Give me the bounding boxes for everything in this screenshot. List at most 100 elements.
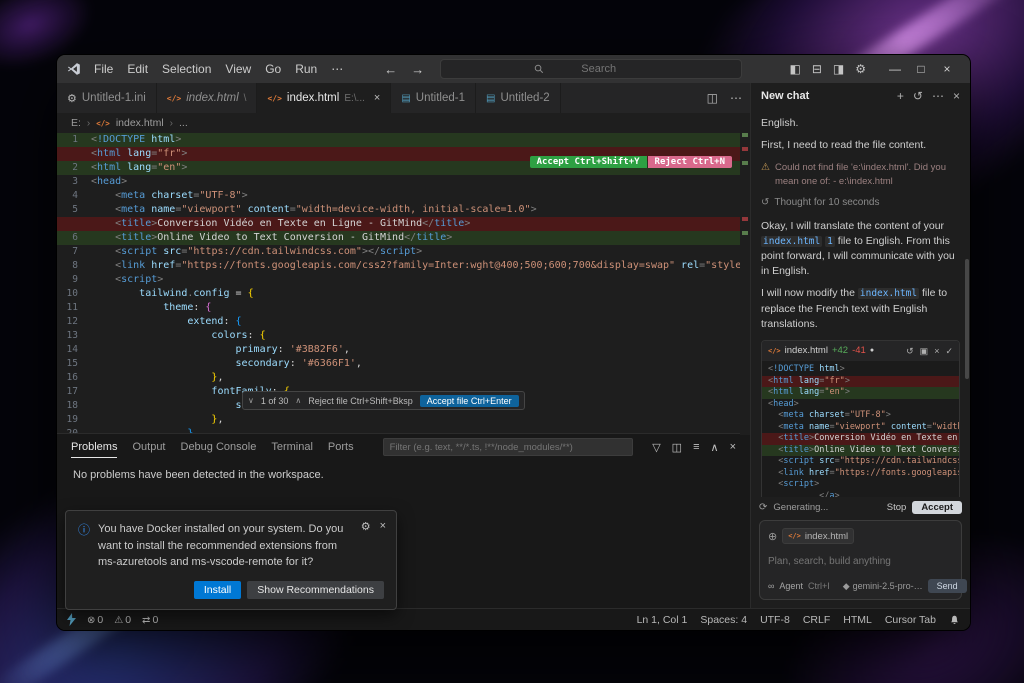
code-line[interactable]: 8 <link href="https://fonts.googleapis.c… bbox=[57, 259, 750, 273]
toggle-panel-icon[interactable]: ⊟ bbox=[812, 62, 822, 76]
reject-file-button[interactable]: Reject file Ctrl+Shift+Bksp bbox=[308, 396, 413, 406]
breadcrumb[interactable]: E:›</>index.html›... bbox=[57, 113, 750, 133]
status-utf-8[interactable]: UTF-8 bbox=[760, 614, 790, 626]
split-editor-icon[interactable]: ◫ bbox=[707, 91, 718, 105]
menu-view[interactable]: View bbox=[218, 62, 258, 76]
menu-⋯[interactable]: ⋯ bbox=[324, 62, 350, 76]
accept-file-button[interactable]: Accept file Ctrl+Enter bbox=[420, 395, 519, 407]
filter-icon[interactable]: ▽ bbox=[652, 441, 660, 454]
tab-index.html[interactable]: </>index.htmlE:\...× bbox=[257, 83, 391, 113]
code-block-filename[interactable]: index.html bbox=[785, 344, 828, 358]
code-editor[interactable]: 1<!DOCTYPE html><html lang="fr">2<html l… bbox=[57, 133, 750, 435]
code-line[interactable]: 10 tailwind.config = { bbox=[57, 287, 750, 301]
accept-block-icon[interactable]: ✓ bbox=[945, 345, 953, 358]
stop-button[interactable]: Stop bbox=[887, 502, 907, 513]
thought-summary[interactable]: ↺ Thought for 10 seconds bbox=[761, 196, 960, 211]
warnings-indicator[interactable]: ⚠0 bbox=[114, 614, 131, 626]
code-line[interactable]: 14 primary: '#3B82F6', bbox=[57, 343, 750, 357]
model-selector[interactable]: ◆ gemini-2.5-pro-… bbox=[843, 581, 923, 592]
code-line[interactable]: 1<!DOCTYPE html> bbox=[57, 133, 750, 147]
send-button[interactable]: Send bbox=[928, 579, 967, 593]
code-line[interactable]: 9 <script> bbox=[57, 273, 750, 287]
status-ln-1-col-1[interactable]: Ln 1, Col 1 bbox=[637, 614, 688, 626]
notification-close-icon[interactable]: × bbox=[380, 520, 386, 533]
toggle-sidebar-icon[interactable]: ◧ bbox=[789, 62, 800, 76]
search-input[interactable] bbox=[549, 63, 649, 75]
code-line[interactable]: <title>Conversion Vidéo en Texte en Lign… bbox=[57, 217, 750, 231]
forward-icon[interactable]: → bbox=[411, 62, 424, 77]
undo-icon[interactable]: ↺ bbox=[906, 345, 914, 358]
prev-diff-icon[interactable]: ∨ bbox=[248, 396, 254, 405]
chat-scrollbar[interactable] bbox=[965, 259, 969, 379]
code-line[interactable]: 16 }, bbox=[57, 371, 750, 385]
new-chat-icon[interactable]: + bbox=[897, 89, 904, 103]
breadcrumb-item[interactable]: ... bbox=[179, 117, 188, 129]
status-html[interactable]: HTML bbox=[843, 614, 872, 626]
chat-input-box[interactable]: ⊕ </> index.html ∞ Agent Ctrl+I ◆ gemini… bbox=[759, 520, 962, 600]
status-spaces-4[interactable]: Spaces: 4 bbox=[700, 614, 747, 626]
reject-block-icon[interactable]: × bbox=[934, 345, 939, 358]
bell-icon[interactable] bbox=[949, 614, 960, 625]
menu-go[interactable]: Go bbox=[258, 62, 288, 76]
tab-index.html[interactable]: </>index.html\ bbox=[157, 83, 258, 113]
chat-messages[interactable]: English. First, I need to read the file … bbox=[751, 109, 970, 497]
toggle-secondary-sidebar-icon[interactable]: ◨ bbox=[833, 62, 844, 76]
problems-filter[interactable] bbox=[383, 438, 633, 456]
panel-tab-problems[interactable]: Problems bbox=[71, 436, 117, 458]
back-icon[interactable]: ← bbox=[384, 62, 397, 77]
next-diff-icon[interactable]: ∧ bbox=[295, 396, 301, 405]
tab-untitled-1[interactable]: ▤Untitled-1 bbox=[391, 83, 476, 113]
problems-filter-input[interactable] bbox=[390, 442, 626, 453]
ports-indicator[interactable]: ⇄0 bbox=[142, 614, 158, 626]
chat-input[interactable] bbox=[768, 556, 953, 567]
context-file-chip[interactable]: </> index.html bbox=[782, 528, 854, 544]
notification-gear-icon[interactable]: ⚙ bbox=[361, 520, 371, 533]
maximize-button[interactable]: □ bbox=[908, 62, 934, 76]
code-line[interactable]: 6 <title>Online Video to Text Conversion… bbox=[57, 231, 750, 245]
tab-untitled-2[interactable]: ▤Untitled-2 bbox=[476, 83, 561, 113]
titlebar-search[interactable] bbox=[440, 59, 742, 79]
menu-file[interactable]: File bbox=[87, 62, 120, 76]
code-line[interactable]: 12 extend: { bbox=[57, 315, 750, 329]
panel-tab-debug-console[interactable]: Debug Console bbox=[181, 436, 257, 458]
breadcrumb-item[interactable]: E: bbox=[71, 117, 81, 129]
status-cursor-tab[interactable]: Cursor Tab bbox=[885, 614, 936, 626]
settings-gear-icon[interactable]: ⚙ bbox=[855, 62, 866, 76]
view-mode-icon[interactable]: ◫ bbox=[672, 441, 682, 454]
close-tab-icon[interactable]: × bbox=[374, 92, 380, 104]
code-line[interactable]: 5 <meta name="viewport" content="width=d… bbox=[57, 203, 750, 217]
menu-run[interactable]: Run bbox=[288, 62, 324, 76]
remote-indicator-icon[interactable] bbox=[67, 613, 76, 626]
code-line[interactable]: 11 theme: { bbox=[57, 301, 750, 315]
menu-edit[interactable]: Edit bbox=[120, 62, 155, 76]
more-actions-icon[interactable]: ⋯ bbox=[730, 91, 742, 105]
close-panel-icon[interactable]: × bbox=[730, 441, 736, 454]
breadcrumb-item[interactable]: index.html bbox=[116, 117, 164, 129]
panel-tab-terminal[interactable]: Terminal bbox=[271, 436, 313, 458]
copy-icon[interactable]: ▣ bbox=[920, 345, 929, 358]
agent-mode-selector[interactable]: Agent bbox=[779, 581, 803, 591]
code-line[interactable]: 13 colors: { bbox=[57, 329, 750, 343]
accept-all-button[interactable]: Accept bbox=[912, 501, 962, 514]
maximize-panel-icon[interactable]: ∧ bbox=[711, 441, 719, 454]
chat-history-icon[interactable]: ↺ bbox=[913, 89, 923, 103]
close-window-button[interactable]: × bbox=[934, 62, 960, 76]
panel-tab-ports[interactable]: Ports bbox=[328, 436, 354, 458]
code-line[interactable]: 4 <meta charset="UTF-8"> bbox=[57, 189, 750, 203]
accept-diff-button[interactable]: Accept Ctrl+Shift+Y bbox=[530, 156, 647, 168]
chat-close-icon[interactable]: × bbox=[953, 89, 960, 103]
errors-indicator[interactable]: ⊗0 bbox=[87, 614, 103, 626]
list-icon[interactable]: ≡ bbox=[693, 441, 699, 454]
code-line[interactable]: 3<head> bbox=[57, 175, 750, 189]
minimize-button[interactable]: — bbox=[882, 62, 908, 76]
code-line[interactable]: 19 }, bbox=[57, 413, 750, 427]
add-context-icon[interactable]: ⊕ bbox=[768, 530, 777, 543]
menu-selection[interactable]: Selection bbox=[155, 62, 218, 76]
install-button[interactable]: Install bbox=[194, 581, 241, 599]
reject-diff-button[interactable]: Reject Ctrl+N bbox=[648, 156, 732, 168]
code-line[interactable]: 7 <script src="https://cdn.tailwindcss.c… bbox=[57, 245, 750, 259]
tab-untitled-1.ini[interactable]: ⚙Untitled-1.ini bbox=[57, 83, 157, 113]
show-recommendations-button[interactable]: Show Recommendations bbox=[247, 581, 384, 599]
code-line[interactable]: 15 secondary: '#6366F1', bbox=[57, 357, 750, 371]
chat-more-icon[interactable]: ⋯ bbox=[932, 89, 944, 103]
